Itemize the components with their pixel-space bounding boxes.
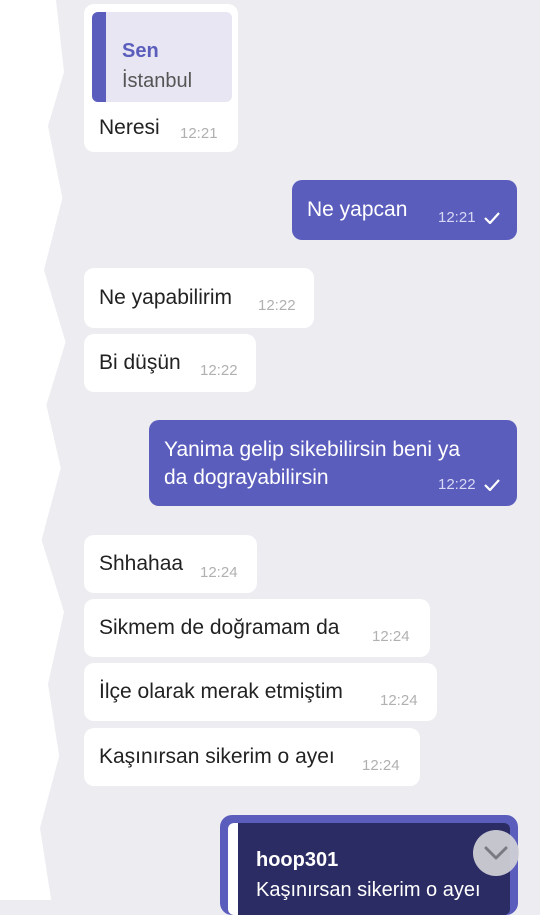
redaction-scribble	[0, 0, 66, 900]
message-bubble-out[interactable]: Ne yapcan 12:21	[292, 180, 517, 240]
reply-quote[interactable]: hoop301 Kaşınırsan sikerim o ayeı	[228, 823, 510, 915]
message-bubble-in[interactable]: Shhahaa 12:24	[84, 535, 257, 593]
message-time: 12:21	[438, 205, 500, 231]
message-time: 12:21	[180, 125, 218, 142]
chevron-down-icon	[484, 846, 508, 860]
message-text: Ne yapcan	[307, 198, 408, 221]
message-time: 12:24	[200, 564, 238, 581]
quoted-message[interactable]: Sen İstanbul	[92, 12, 232, 102]
time-label: 12:21	[438, 209, 476, 226]
message-time: 12:22	[438, 472, 500, 498]
message-text: Sikmem de doğramam da	[99, 616, 340, 639]
scroll-down-button[interactable]	[473, 830, 519, 876]
message-time: 12:22	[200, 362, 238, 379]
message-text: İlçe olarak merak etmiştim	[99, 680, 343, 703]
message-bubble-in[interactable]: İlçe olarak merak etmiştim 12:24	[84, 663, 437, 721]
message-bubble-in[interactable]: Bi düşün 12:22	[84, 334, 256, 392]
message-text: Kaşınırsan sikerim o ayeı	[99, 745, 335, 768]
message-bubble-in[interactable]: Ne yapabilirim 12:22	[84, 268, 314, 328]
quote-accent-bar	[92, 12, 106, 102]
check-icon	[483, 212, 500, 225]
reply-sender: hoop301	[256, 849, 339, 871]
message-time: 12:24	[362, 757, 400, 774]
message-text: Bi düşün	[99, 351, 181, 374]
reply-accent-bar	[228, 823, 238, 915]
message-text-line-1: Yanima gelip sikebilirsin beni ya	[164, 438, 461, 461]
message-text: Ne yapabilirim	[99, 286, 233, 309]
message-text: Shhahaa	[99, 552, 184, 575]
time-label: 12:22	[438, 476, 476, 493]
message-bubble-in[interactable]: Kaşınırsan sikerim o ayeı 12:24	[84, 728, 420, 786]
message-time: 12:22	[258, 297, 296, 314]
message-bubble-in[interactable]: Sikmem de doğramam da 12:24	[84, 599, 430, 657]
message-time: 12:24	[380, 692, 418, 709]
quote-sender: Sen	[122, 40, 159, 62]
reply-message-bubble[interactable]: hoop301 Kaşınırsan sikerim o ayeı	[220, 815, 518, 915]
message-bubble-out[interactable]: Yanima gelip sikebilirsin beni ya da dog…	[149, 420, 517, 506]
message-text-line-2: da dograyabilirsin	[164, 466, 329, 489]
message-bubble-in[interactable]: Sen İstanbul Neresi 12:21	[84, 4, 238, 152]
message-time: 12:24	[372, 628, 410, 645]
reply-text: Kaşınırsan sikerim o ayeı	[256, 879, 481, 901]
message-text: Neresi	[99, 116, 160, 139]
check-icon	[483, 479, 500, 492]
quote-text: İstanbul	[122, 70, 193, 92]
